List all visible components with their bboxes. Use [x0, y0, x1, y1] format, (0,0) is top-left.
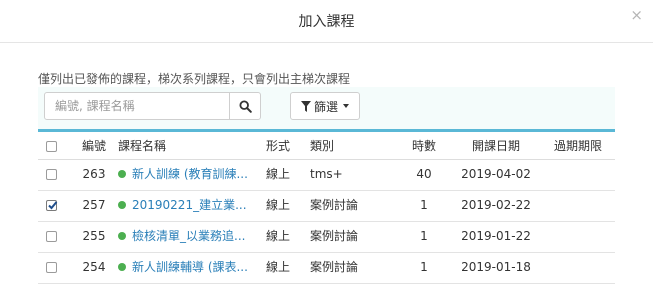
course-name-cell: 20190221_建立業... [118, 191, 278, 220]
published-status-icon [118, 262, 126, 271]
course-code: 254 [82, 260, 106, 274]
course-name-link[interactable]: 新人訓練 (教育訓練... [132, 167, 248, 181]
modal-header: 加入課程 × [0, 0, 653, 43]
toolbar: 篩選 [38, 87, 615, 129]
row-checkbox[interactable] [46, 200, 58, 211]
course-name-link[interactable]: 檢核清單_以業務追... [132, 229, 245, 243]
course-category: 案例討論 [310, 229, 359, 243]
course-category: tms+ [310, 167, 343, 181]
row-checkbox[interactable] [46, 262, 57, 273]
filter-icon [300, 100, 311, 112]
header-date: 開課日期 [471, 139, 520, 153]
row-checkbox[interactable] [46, 231, 57, 242]
close-icon[interactable]: × [630, 8, 643, 23]
caret-down-icon [343, 104, 349, 108]
search-input[interactable] [44, 92, 230, 120]
course-form: 線上 [266, 229, 291, 243]
course-date: 2019-01-18 [461, 260, 531, 274]
course-name-link[interactable]: 20190221_建立業... [132, 198, 247, 212]
search-icon [238, 99, 252, 113]
course-hours: 1 [420, 260, 428, 274]
course-hours: 1 [420, 198, 428, 212]
published-status-icon [118, 169, 126, 178]
table-header: 編號 課程名稱 形式 類別 時數 開課日期 過期期限 [38, 129, 615, 160]
filter-button[interactable]: 篩選 [290, 92, 360, 120]
header-hours: 時數 [411, 139, 436, 153]
course-form: 線上 [266, 260, 291, 274]
course-code: 257 [82, 198, 106, 212]
course-name-cell: 新人訓練 (教育訓練... [118, 160, 278, 189]
header-code: 編號 [81, 139, 106, 153]
course-date: 2019-02-22 [461, 198, 531, 212]
header-expiry: 過期期限 [553, 139, 602, 153]
published-status-icon [118, 231, 126, 240]
course-table: 編號 課程名稱 形式 類別 時數 開課日期 過期期限 263 新人訓練 (教育訓… [38, 129, 615, 284]
published-status-icon [118, 200, 126, 209]
row-checkbox[interactable] [46, 169, 57, 180]
search-button[interactable] [229, 92, 261, 120]
course-code: 255 [82, 229, 106, 243]
listing-note: 僅列出已發佈的課程，梯次系列課程，只會列出主梯次課程 [38, 72, 351, 86]
course-category: 案例討論 [310, 198, 359, 212]
header-category: 類別 [310, 139, 335, 153]
table-row: 257 20190221_建立業... 線上 案例討論 1 2019-02-22 [38, 191, 615, 222]
course-name-cell: 新人訓練輔導 (課表... [118, 253, 278, 282]
course-category: 案例討論 [310, 260, 359, 274]
course-hours: 40 [416, 167, 432, 181]
add-course-modal: 加入課程 × 僅列出已發佈的課程，梯次系列課程，只會列出主梯次課程 篩選 編號 … [0, 0, 653, 285]
header-name: 課程名稱 [118, 139, 167, 153]
filter-label: 篩選 [313, 99, 338, 114]
course-date: 2019-01-22 [461, 229, 531, 243]
table-row: 263 新人訓練 (教育訓練... 線上 tms+ 40 2019-04-02 [38, 160, 615, 191]
course-code: 263 [82, 167, 106, 181]
course-date: 2019-04-02 [461, 167, 531, 181]
course-name-link[interactable]: 新人訓練輔導 (課表... [132, 260, 248, 274]
select-all-checkbox[interactable] [46, 141, 57, 152]
checkmark-icon [48, 201, 58, 210]
modal-title: 加入課程 [298, 14, 355, 30]
course-form: 線上 [266, 198, 291, 212]
table-row: 255 檢核清單_以業務追... 線上 案例討論 1 2019-01-22 [38, 222, 615, 253]
header-form: 形式 [266, 139, 291, 153]
course-name-cell: 檢核清單_以業務追... [118, 222, 278, 251]
course-form: 線上 [266, 167, 291, 181]
table-row: 254 新人訓練輔導 (課表... 線上 案例討論 1 2019-01-18 [38, 253, 615, 284]
course-hours: 1 [420, 229, 428, 243]
